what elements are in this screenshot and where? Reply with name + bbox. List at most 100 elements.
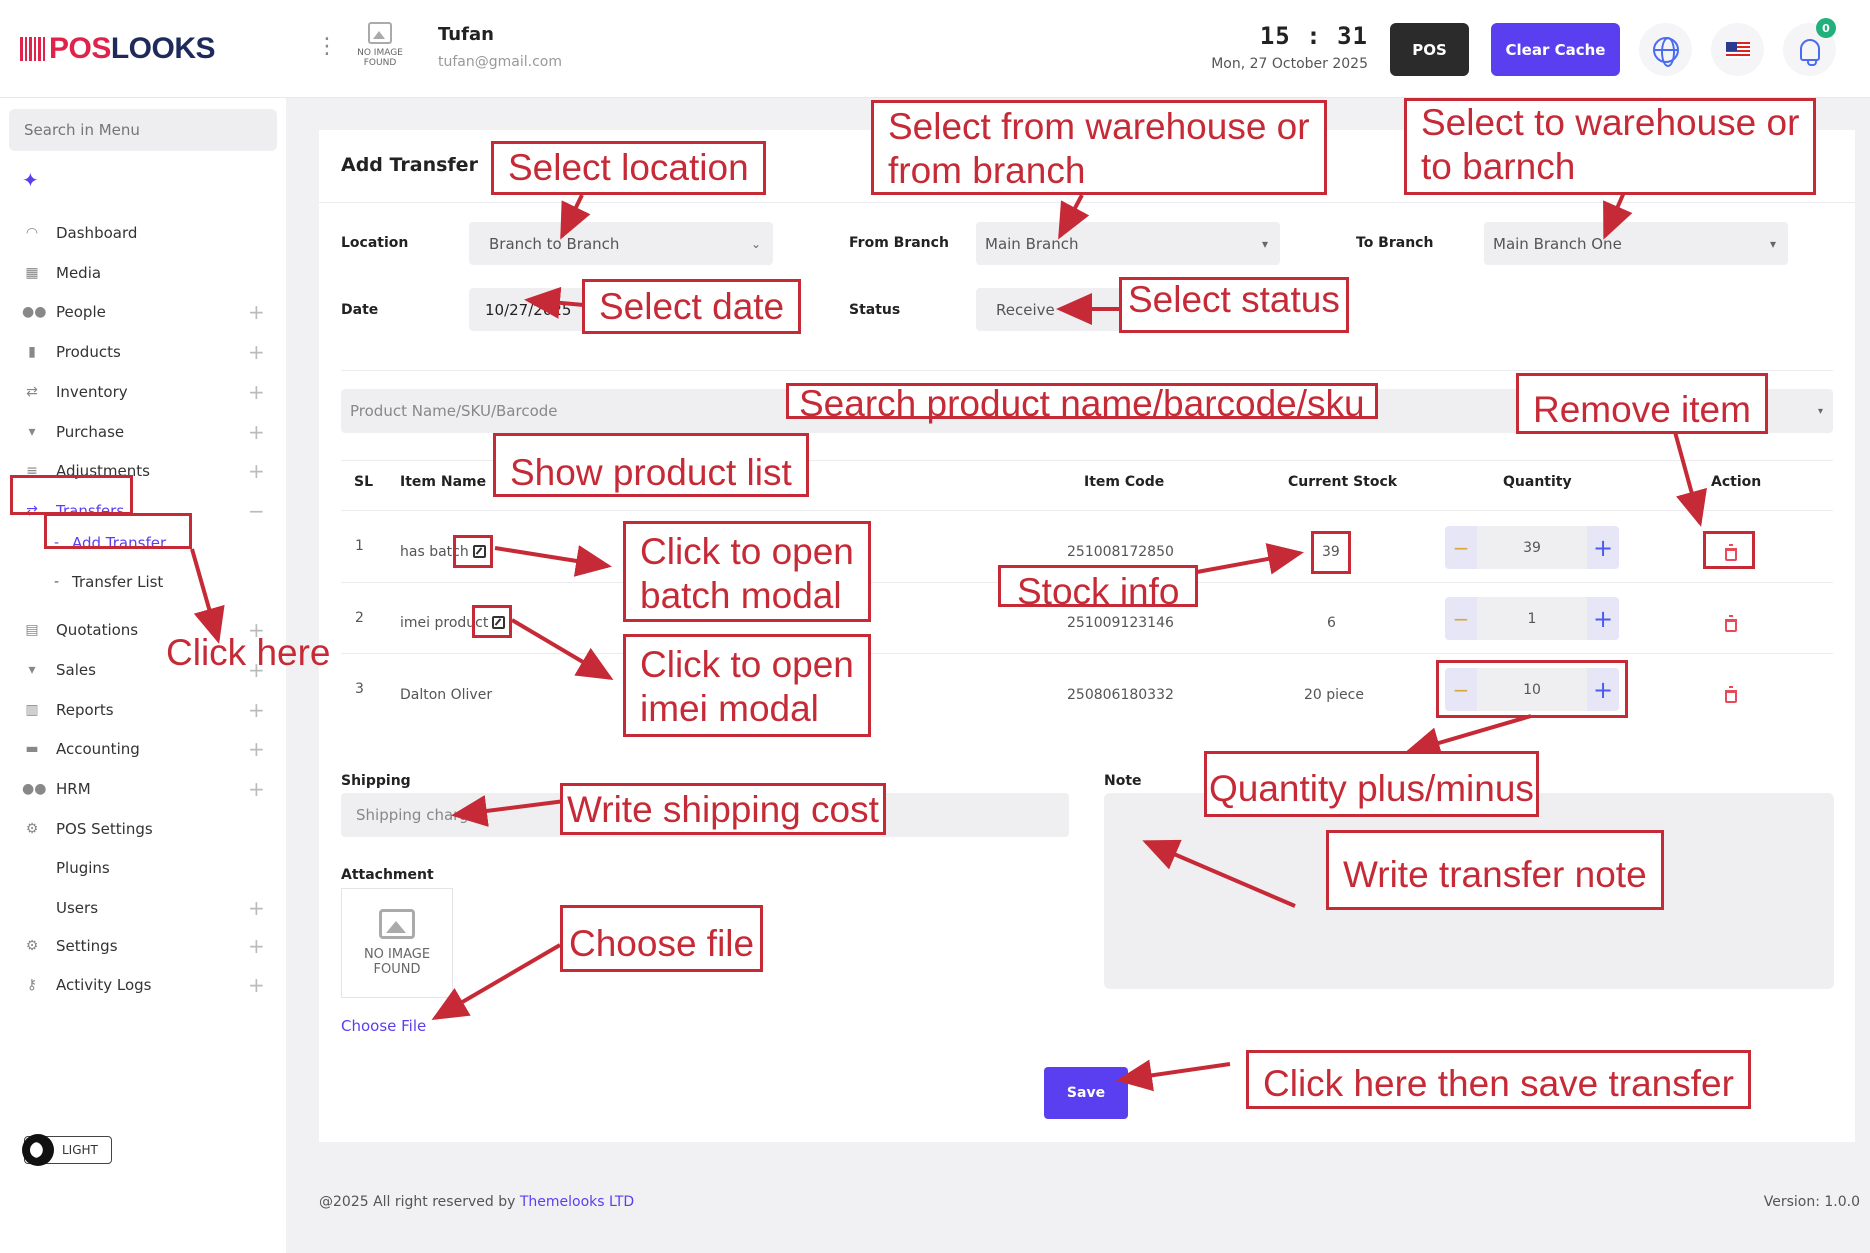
gears-icon: ⚙	[25, 938, 39, 954]
annotation-save-transfer: Click here then save transfer	[1246, 1050, 1751, 1109]
pin-icon[interactable]: ✦	[22, 168, 39, 192]
trash-icon[interactable]	[1725, 686, 1737, 703]
col-action: Action	[1711, 474, 1762, 490]
highlight-transfers	[10, 475, 133, 515]
expand-icon[interactable]: +	[248, 302, 265, 322]
user-name: Tufan	[438, 24, 494, 45]
trash-icon[interactable]	[1725, 615, 1737, 632]
key-icon: ⚷	[26, 977, 38, 993]
date-label: Date	[341, 302, 379, 318]
location-select[interactable]: Branch to Branch ⌄	[469, 222, 773, 265]
company-link[interactable]: Themelooks LTD	[520, 1194, 634, 1210]
expand-icon[interactable]: +	[248, 898, 265, 918]
nav-products[interactable]: ▮ Products +	[0, 335, 286, 369]
expand-icon[interactable]: +	[248, 936, 265, 956]
nav-dashboard[interactable]: ◠ Dashboard	[0, 216, 286, 250]
clear-cache-button[interactable]: Clear Cache	[1491, 23, 1620, 76]
nav-activity-logs[interactable]: ⚷ Activity Logs +	[0, 968, 286, 1002]
attachment-label: Attachment	[341, 867, 434, 883]
minus-icon[interactable]: −	[1445, 526, 1477, 569]
divider	[341, 510, 1833, 511]
annotation-select-date: Select date	[582, 279, 802, 334]
divider	[341, 370, 1833, 371]
save-button[interactable]: Save	[1044, 1067, 1128, 1119]
nav-plugins[interactable]: Plugins	[0, 851, 286, 885]
cart-icon: ▾	[28, 662, 36, 678]
expand-icon[interactable]: +	[248, 342, 265, 362]
plus-icon[interactable]: +	[1587, 526, 1619, 569]
flag-button[interactable]	[1711, 23, 1764, 76]
collapse-icon[interactable]: −	[248, 501, 265, 521]
language-button[interactable]	[1639, 23, 1692, 76]
nav-users[interactable]: Users +	[0, 891, 286, 925]
location-label: Location	[341, 235, 409, 251]
reports-icon: ▥	[25, 702, 39, 718]
nav-inventory[interactable]: ⇄ Inventory +	[0, 375, 286, 409]
briefcase-icon: ▬	[25, 741, 39, 757]
logo[interactable]: POSLOOKS	[20, 32, 216, 66]
minus-icon[interactable]: −	[1445, 597, 1477, 640]
plus-icon[interactable]: +	[1587, 597, 1619, 640]
notification-badge: 0	[1816, 18, 1836, 38]
expand-icon[interactable]: +	[248, 700, 265, 720]
annotation-choose-file: Choose file	[560, 905, 764, 972]
caret-down-icon: ▾	[1817, 405, 1823, 417]
nav-media[interactable]: ▦ Media	[0, 256, 286, 290]
from-branch-label: From Branch	[849, 235, 949, 251]
nav-hrm[interactable]: ●● HRM +	[0, 772, 286, 806]
top-header: POSLOOKS ⋮ NO IMAGE FOUND Tufan tufan@gm…	[0, 0, 1870, 98]
gear-icon: ⚙	[25, 821, 39, 837]
user-avatar[interactable]: NO IMAGE FOUND	[352, 22, 408, 80]
from-branch-select[interactable]: Main Branch ▾	[976, 222, 1280, 265]
expand-icon[interactable]: +	[248, 975, 265, 995]
menu-toggle-icon[interactable]: ⋮	[316, 36, 338, 58]
expand-icon[interactable]: +	[248, 422, 265, 442]
moon-icon	[22, 1134, 54, 1166]
sub-transfer-list[interactable]: - Transfer List	[0, 567, 286, 597]
shipping-label: Shipping	[341, 773, 411, 789]
attachment-preview: NO IMAGE FOUND	[341, 888, 453, 998]
highlight-imei-edit	[472, 605, 512, 638]
nav-accounting[interactable]: ▬ Accounting +	[0, 732, 286, 766]
col-item-code: Item Code	[1084, 474, 1165, 490]
pos-button[interactable]: POS	[1390, 23, 1469, 76]
highlight-remove	[1703, 531, 1755, 569]
products-icon: ▮	[28, 344, 36, 360]
highlight-quantity	[1436, 660, 1628, 718]
caret-down-icon: ▾	[1769, 236, 1776, 251]
highlight-batch-edit	[453, 535, 493, 568]
nav-people[interactable]: ●● People +	[0, 295, 286, 329]
inventory-icon: ⇄	[26, 384, 38, 400]
nav-settings[interactable]: ⚙ Settings +	[0, 929, 286, 963]
expand-icon[interactable]: +	[248, 382, 265, 402]
theme-toggle[interactable]: LIGHT	[22, 1134, 112, 1166]
annotation-from-warehouse: Select from warehouse or from branch	[871, 100, 1327, 195]
document-icon: ▤	[25, 622, 39, 638]
annotation-stock-info: Stock info	[998, 565, 1199, 612]
status-label: Status	[849, 302, 901, 318]
divider	[341, 653, 1833, 654]
people-icon: ●●	[22, 304, 47, 320]
col-quantity: Quantity	[1503, 474, 1572, 490]
add-transfer-card: Add Transfer Location Branch to Branch ⌄ …	[319, 130, 1855, 1142]
nav-pos-settings[interactable]: ⚙ POS Settings	[0, 812, 286, 846]
expand-icon[interactable]: +	[248, 739, 265, 759]
annotation-transfer-note: Write transfer note	[1326, 830, 1664, 910]
divider	[319, 202, 1855, 203]
nav-reports[interactable]: ▥ Reports +	[0, 693, 286, 727]
expand-icon[interactable]: +	[248, 779, 265, 799]
choose-file-link[interactable]: Choose File	[341, 1017, 426, 1035]
quantity-stepper: −1 +	[1445, 597, 1619, 640]
to-branch-select[interactable]: Main Branch One ▾	[1484, 222, 1788, 265]
image-placeholder-icon	[379, 909, 415, 939]
annotation-remove-item: Remove item	[1516, 373, 1768, 434]
expand-icon[interactable]: +	[248, 461, 265, 481]
annotation-show-product-list: Show product list	[493, 433, 809, 497]
annotation-click-here: Click here	[166, 632, 331, 673]
menu-search-input[interactable]	[9, 109, 277, 151]
dashboard-icon: ◠	[25, 225, 39, 241]
bell-icon	[1799, 38, 1820, 66]
nav-purchase[interactable]: ▾ Purchase +	[0, 415, 286, 449]
annotation-select-location: Select location	[491, 141, 766, 195]
col-item-name: Item Name	[400, 474, 487, 490]
